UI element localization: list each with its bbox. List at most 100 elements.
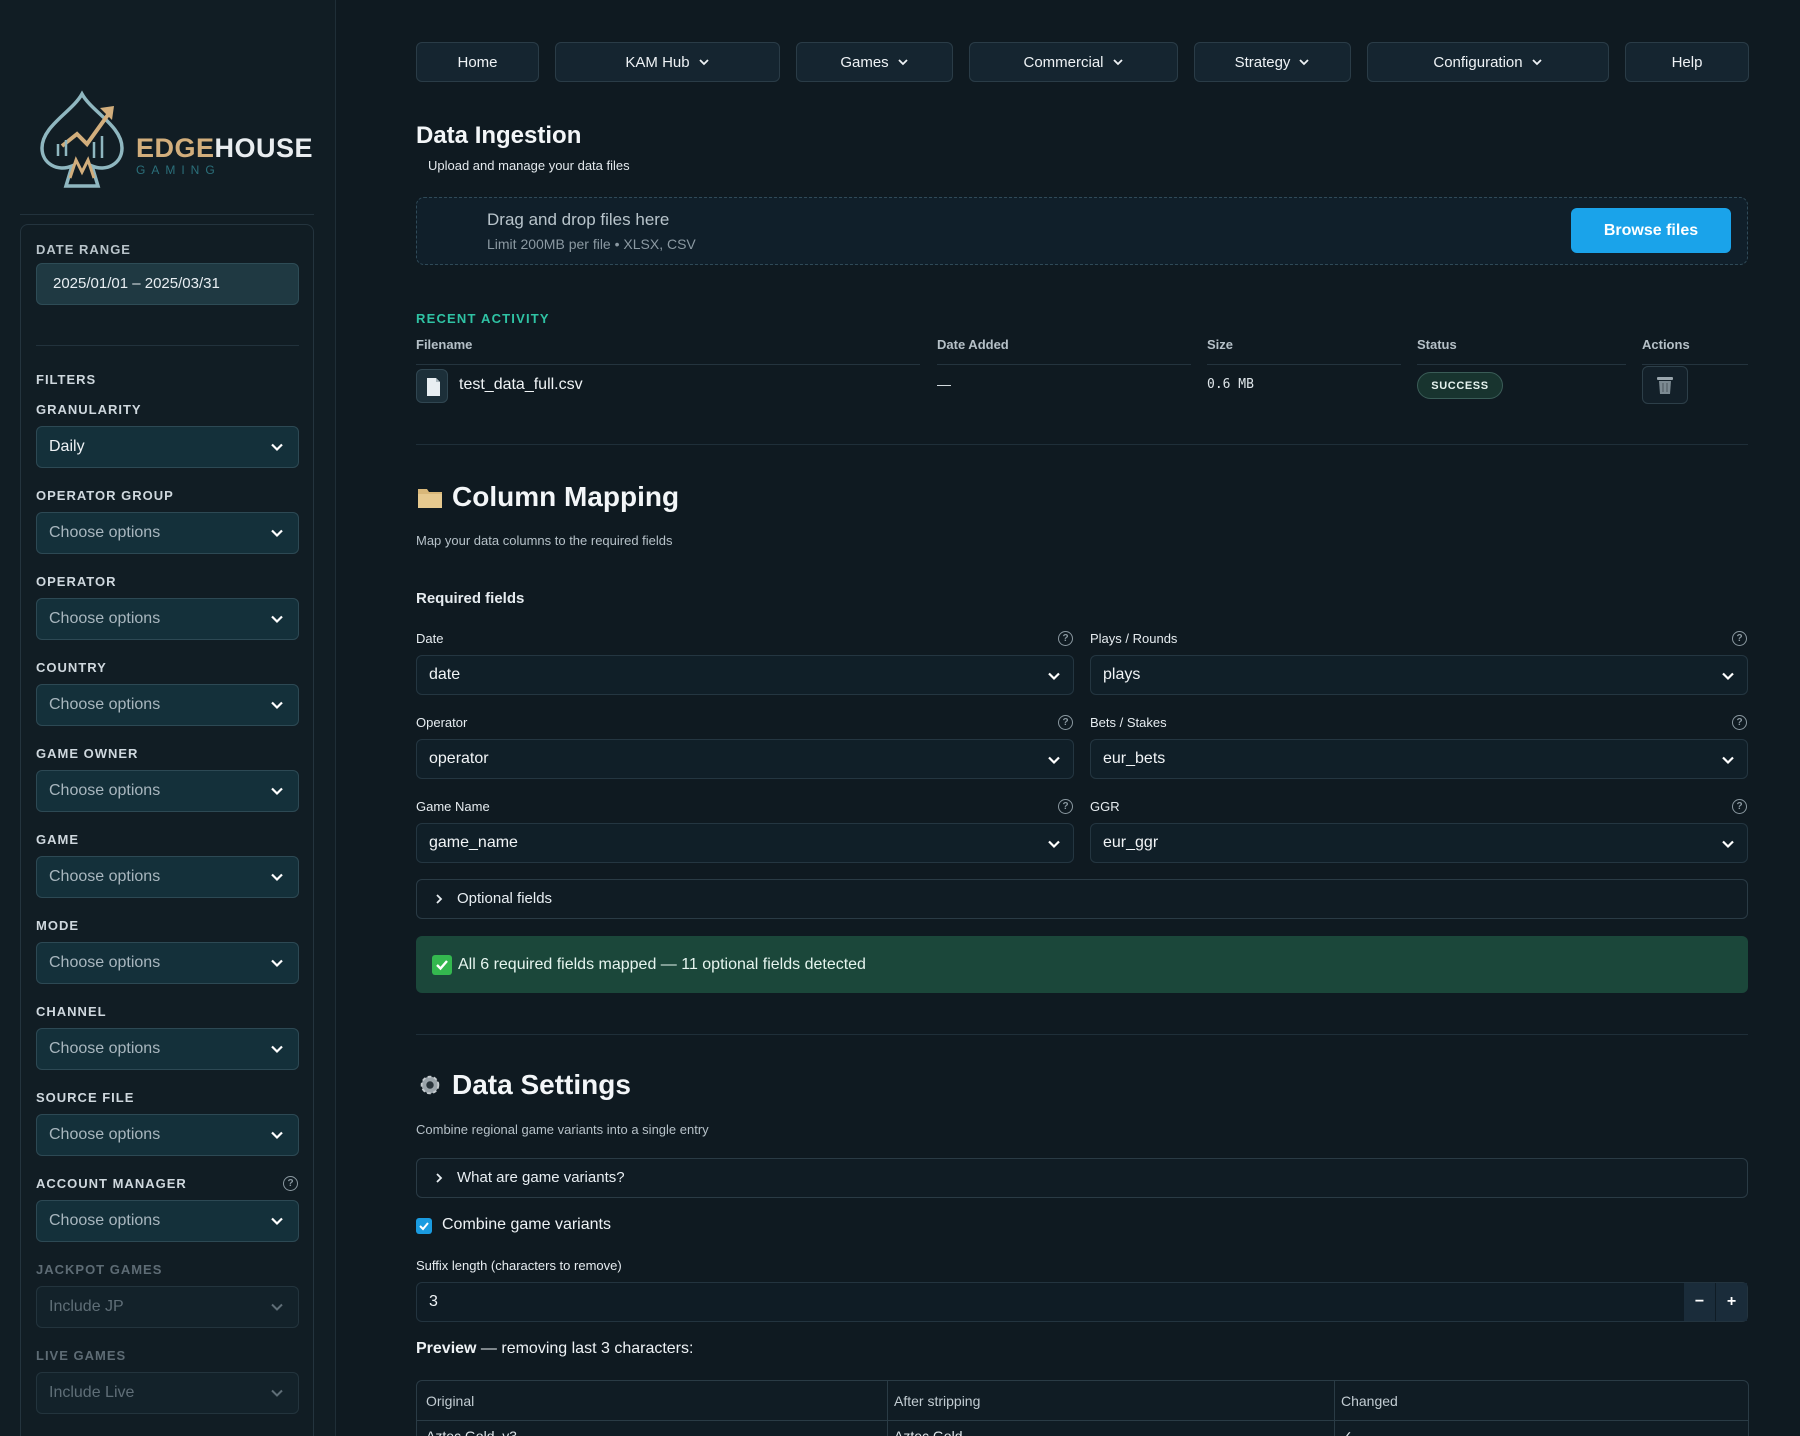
game-owner-placeholder: Choose options (49, 782, 161, 799)
section-divider (416, 444, 1748, 445)
optional-fields-expander[interactable]: Optional fields (416, 879, 1748, 919)
check-icon (419, 1222, 429, 1231)
combine-variants-checkbox[interactable] (416, 1218, 432, 1234)
col-date-added: Date Added (937, 337, 1009, 352)
help-icon[interactable]: ? (1732, 631, 1747, 646)
operator-label: OPERATOR (36, 574, 117, 589)
game-owner-select[interactable]: Choose options (36, 770, 299, 812)
data-ingestion-subtitle: Upload and manage your data files (428, 158, 630, 173)
nav-configuration-label: Configuration (1433, 53, 1523, 71)
trash-icon (1657, 377, 1673, 394)
operator-field-select[interactable]: operator (416, 739, 1074, 779)
chevron-down-icon (898, 59, 908, 66)
nav-games[interactable]: Games (796, 42, 953, 82)
mode-placeholder: Choose options (49, 954, 161, 971)
game-select[interactable]: Choose options (36, 856, 299, 898)
preview-col-original: Original (426, 1393, 475, 1409)
help-icon[interactable]: ? (1058, 715, 1073, 730)
channel-label: CHANNEL (36, 1004, 107, 1019)
date-range-input[interactable]: 2025/01/01 – 2025/03/31 (36, 263, 299, 305)
nav-commercial[interactable]: Commercial (969, 42, 1178, 82)
jackpot-games-select: Include JP (36, 1286, 299, 1328)
bets-field-label: Bets / Stakes (1090, 715, 1167, 730)
chevron-down-icon (1722, 672, 1734, 681)
mapping-success-alert: All 6 required fields mapped — 11 option… (416, 936, 1748, 993)
combine-variants-label[interactable]: Combine game variants (442, 1216, 611, 1234)
channel-select[interactable]: Choose options (36, 1028, 299, 1070)
source-file-label: SOURCE FILE (36, 1090, 135, 1105)
preview-col-after: After stripping (894, 1393, 981, 1409)
chevron-down-icon (271, 959, 283, 968)
operator-group-select[interactable]: Choose options (36, 512, 299, 554)
chevron-down-icon (1048, 840, 1060, 849)
filters-label: FILTERS (36, 372, 97, 387)
operator-field-value: operator (429, 750, 489, 767)
plays-field-label: Plays / Rounds (1090, 631, 1178, 646)
col-actions: Actions (1642, 337, 1690, 352)
file-dropzone[interactable]: Drag and drop files here Limit 200MB per… (416, 197, 1748, 265)
nav-home-label: Home (457, 53, 498, 71)
plays-field-select[interactable]: plays (1090, 655, 1748, 695)
decrement-button[interactable]: − (1684, 1283, 1715, 1321)
delete-file-button[interactable] (1642, 366, 1688, 404)
live-games-label: LIVE GAMES (36, 1348, 127, 1363)
chevron-down-icon (271, 443, 283, 452)
data-ingestion-title: Data Ingestion (416, 122, 582, 149)
chevron-down-icon (1112, 59, 1123, 66)
country-label: COUNTRY (36, 660, 107, 675)
source-file-select[interactable]: Choose options (36, 1114, 299, 1156)
nav-home[interactable]: Home (416, 42, 539, 82)
preview-changed-cell: ✓ (1341, 1428, 1353, 1436)
brand-logo: EDGEHOUSE GAMING (32, 86, 313, 196)
file-date-added: — (937, 376, 951, 392)
row-divider (1207, 364, 1401, 365)
operator-placeholder: Choose options (49, 610, 161, 627)
bets-field-select[interactable]: eur_bets (1090, 739, 1748, 779)
operator-select[interactable]: Choose options (36, 598, 299, 640)
sidebar-divider (20, 214, 314, 215)
country-select[interactable]: Choose options (36, 684, 299, 726)
row-divider (1642, 364, 1748, 365)
date-field-label: Date (416, 631, 444, 646)
help-icon[interactable]: ? (1732, 715, 1747, 730)
check-icon (432, 954, 452, 975)
account-manager-placeholder: Choose options (49, 1212, 161, 1229)
nav-help[interactable]: Help (1625, 42, 1749, 82)
chevron-down-icon (271, 1389, 283, 1397)
granularity-label: GRANULARITY (36, 402, 142, 417)
nav-strategy[interactable]: Strategy (1194, 42, 1351, 82)
chevron-down-icon (271, 701, 283, 710)
nav-strategy-label: Strategy (1234, 53, 1291, 71)
nav-configuration[interactable]: Configuration (1367, 42, 1609, 82)
dropzone-title: Drag and drop files here (487, 210, 670, 229)
browse-files-button[interactable]: Browse files (1571, 208, 1731, 253)
game-name-field-select[interactable]: game_name (416, 823, 1074, 863)
data-settings-title: Data Settings (452, 1069, 631, 1100)
jackpot-games-label: JACKPOT GAMES (36, 1262, 163, 1277)
column-mapping-heading: Column Mapping (416, 481, 679, 513)
mode-label: MODE (36, 918, 79, 933)
help-icon[interactable]: ? (1732, 799, 1747, 814)
ggr-field-select[interactable]: eur_ggr (1090, 823, 1748, 863)
live-games-select: Include Live (36, 1372, 299, 1414)
chevron-down-icon (271, 615, 283, 624)
granularity-select[interactable]: Daily (36, 426, 299, 468)
suffix-length-input[interactable]: 3 (416, 1282, 1748, 1322)
variants-expander[interactable]: What are game variants? (416, 1158, 1748, 1198)
chevron-down-icon (1722, 756, 1734, 765)
account-manager-select[interactable]: Choose options (36, 1200, 299, 1242)
suffix-length-label: Suffix length (characters to remove) (416, 1258, 622, 1273)
increment-button[interactable]: + (1716, 1283, 1747, 1321)
file-name: test_data_full.csv (459, 376, 583, 393)
help-icon[interactable]: ? (1058, 799, 1073, 814)
preview-after-cell: Aztec Gold (894, 1428, 963, 1436)
column-mapping-title: Column Mapping (452, 481, 680, 512)
brand-name-a: EDGE (136, 132, 215, 163)
live-games-value: Include Live (49, 1384, 135, 1401)
mode-select[interactable]: Choose options (36, 942, 299, 984)
help-icon[interactable]: ? (1058, 631, 1073, 646)
nav-kam-hub[interactable]: KAM Hub (555, 42, 780, 82)
chevron-down-icon (1048, 756, 1060, 765)
date-field-select[interactable]: date (416, 655, 1074, 695)
help-icon[interactable]: ? (283, 1176, 298, 1191)
